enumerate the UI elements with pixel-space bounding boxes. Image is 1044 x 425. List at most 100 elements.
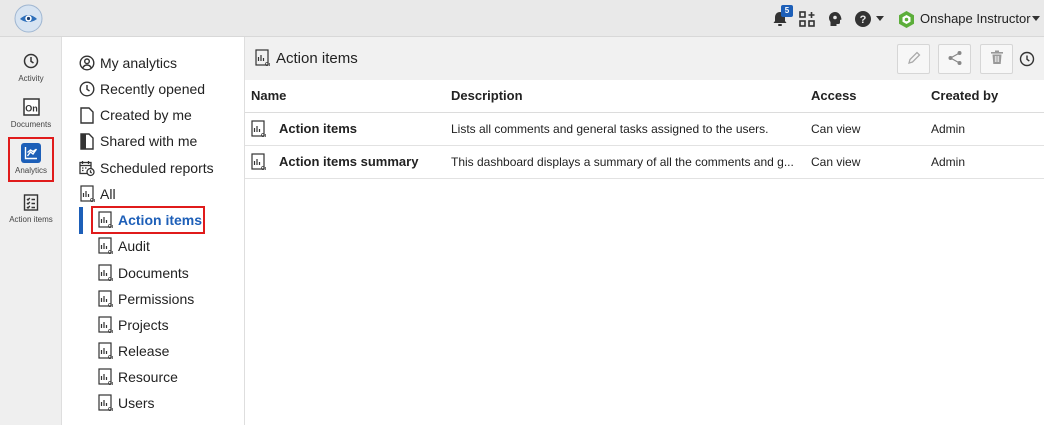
report-icon: On [251, 119, 268, 139]
svg-text:On: On [108, 355, 113, 360]
row-name: Action items summary [279, 154, 419, 169]
nav-item-label: Users [118, 395, 155, 411]
app-store-icon[interactable] [797, 9, 817, 29]
analytics-nav-tree: My analytics Recently opened Created by … [62, 37, 245, 425]
report-icon: On [97, 316, 113, 334]
nav-item-projects[interactable]: On Projects [97, 314, 169, 336]
nav-item-label: Shared with me [100, 133, 198, 149]
user-name[interactable]: Onshape Instructor [920, 11, 1031, 26]
nav-item-label: Scheduled reports [100, 160, 214, 176]
column-header-created-by[interactable]: Created by [925, 80, 1044, 113]
rail-item-documents[interactable]: On Documents [0, 97, 62, 141]
nav-item-documents[interactable]: On Documents [97, 262, 189, 284]
nav-item-release[interactable]: On Release [97, 340, 169, 362]
trash-icon [990, 50, 1004, 68]
history-icon[interactable] [1018, 50, 1036, 68]
row-name: Action items [279, 121, 358, 136]
table-row[interactable]: On Action items Lists all comments and g… [245, 112, 1044, 146]
nav-item-my-analytics[interactable]: My analytics [79, 52, 177, 74]
delete-button[interactable] [980, 44, 1013, 74]
report-icon: On [97, 264, 113, 282]
learning-center-icon[interactable] [825, 9, 845, 29]
rail-item-action-items[interactable]: Action items [0, 192, 62, 236]
row-name-cell[interactable]: On Action items [245, 112, 445, 146]
page-icon [79, 106, 95, 124]
row-description: Lists all comments and general tasks ass… [445, 112, 805, 146]
top-bar: 5 ? Onshape Instructor [0, 0, 1044, 37]
page-title: On Action items [255, 49, 358, 68]
rail-item-activity[interactable]: Activity [0, 51, 62, 95]
nav-item-recently-opened[interactable]: Recently opened [79, 78, 205, 100]
report-icon: On [97, 342, 113, 360]
svg-text:On: On [108, 381, 113, 386]
share-button[interactable] [938, 44, 971, 74]
row-description: This dashboard displays a summary of all… [445, 145, 805, 179]
user-menu-caret[interactable] [1032, 16, 1040, 21]
help-icon[interactable]: ? [853, 9, 873, 29]
table-header-row: Name Description Access Created by [245, 80, 1044, 113]
nav-item-label: Created by me [100, 107, 192, 123]
rail-label: Action items [9, 215, 53, 224]
main-content: On Action items Name [245, 37, 1044, 425]
report-icon: On [255, 49, 272, 68]
analytics-highlight-box [8, 137, 54, 182]
report-icon: On [97, 368, 113, 386]
column-header-name[interactable]: Name [245, 80, 445, 113]
nav-item-permissions[interactable]: On Permissions [97, 288, 194, 310]
nav-item-all[interactable]: On All [79, 183, 116, 205]
documents-icon: On [21, 97, 41, 117]
nav-item-resource[interactable]: On Resource [97, 366, 178, 388]
checklist-icon [21, 192, 41, 212]
left-rail: Activity On Documents Analytics Action i… [0, 37, 62, 425]
rail-label: Documents [10, 120, 52, 129]
nav-item-label: Permissions [118, 291, 195, 307]
svg-text:On: On [108, 277, 113, 282]
nav-item-users[interactable]: On Users [97, 392, 155, 414]
report-icon: On [97, 394, 113, 412]
report-icon: On [97, 290, 113, 308]
onshape-logo-icon[interactable] [14, 4, 43, 33]
nav-item-label: Audit [118, 238, 150, 254]
rail-label: Activity [18, 74, 44, 83]
report-icon: On [79, 185, 95, 203]
active-item-indicator [79, 207, 83, 234]
reports-table: Name Description Access Created by On Ac… [245, 80, 1044, 179]
user-avatar-icon[interactable] [896, 9, 916, 29]
table-row[interactable]: On Action items summary This dashboard d… [245, 145, 1044, 179]
nav-item-label: Documents [118, 265, 189, 281]
clock-icon [79, 80, 95, 98]
notification-count-badge: 5 [781, 5, 793, 17]
row-access: Can view [805, 112, 925, 146]
svg-text:On: On [261, 166, 266, 171]
nav-item-shared-with-me[interactable]: Shared with me [79, 130, 197, 152]
nav-item-label: Resource [118, 369, 178, 385]
help-dropdown-caret[interactable] [876, 16, 884, 21]
row-created-by: Admin [925, 145, 1044, 179]
svg-text:On: On [90, 198, 95, 203]
svg-text:On: On [108, 303, 113, 308]
svg-text:On: On [108, 407, 113, 412]
svg-text:?: ? [860, 14, 867, 26]
nav-item-label: My analytics [100, 55, 178, 71]
nav-item-label: Projects [118, 317, 169, 333]
edit-button[interactable] [897, 44, 930, 74]
nav-item-created-by-me[interactable]: Created by me [79, 104, 192, 126]
nav-item-scheduled-reports[interactable]: Scheduled reports [79, 157, 214, 179]
page-title-text: Action items [276, 49, 358, 67]
content-header: On Action items [245, 37, 1044, 80]
svg-text:On: On [265, 62, 270, 67]
nav-item-label: All [100, 186, 116, 202]
report-icon: On [251, 152, 268, 172]
row-access: Can view [805, 145, 925, 179]
column-header-description[interactable]: Description [445, 80, 805, 113]
clock-icon [21, 51, 41, 71]
svg-text:On: On [261, 133, 266, 138]
svg-text:On: On [25, 104, 38, 114]
nav-item-audit[interactable]: On Audit [97, 235, 150, 257]
shared-icon [79, 132, 95, 150]
svg-text:On: On [108, 329, 113, 334]
column-header-access[interactable]: Access [805, 80, 925, 113]
row-name-cell[interactable]: On Action items summary [245, 145, 445, 179]
nav-item-label: Recently opened [100, 81, 206, 97]
calendar-icon [79, 159, 95, 177]
